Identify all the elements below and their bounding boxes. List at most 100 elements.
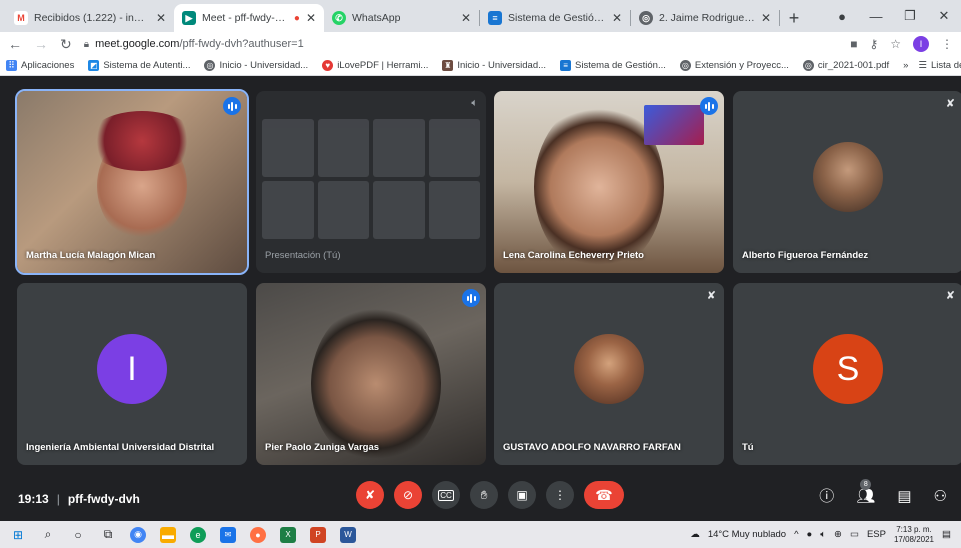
back-icon[interactable]: ← [8,36,22,52]
reload-icon[interactable]: ↻ [60,36,72,53]
tab-meet[interactable]: ▶ Meet - pff-fwdy-dvh ● ✕ [174,4,324,32]
tab-gmail[interactable]: M Recibidos (1.222) - ingambie ✕ [6,4,174,32]
chevron-up-icon[interactable]: ^ [794,529,798,540]
maximize-icon[interactable]: ❐ [893,8,927,24]
tab-whatsapp[interactable]: ✆ WhatsApp ✕ [324,4,479,32]
bookmark-item[interactable]: ≡ Sistema de Gestión... [560,60,666,71]
tab-search-icon[interactable]: ● [825,9,859,24]
chat-icon[interactable]: ▤ [897,487,911,505]
bookmarks-bar: ⠿ Aplicaciones ◩ Sistema de Autenti... ◎… [0,56,961,76]
chevron-more-icon[interactable]: » [903,60,908,71]
weather-text[interactable]: 14°C Muy nublado [708,529,786,540]
close-icon[interactable]: ✕ [306,11,316,25]
reading-list-button[interactable]: ☰ Lista de lectura [918,60,961,71]
participant-tile[interactable]: I Ingeniería Ambiental Universidad Distr… [17,283,247,465]
file-explorer-icon[interactable]: ▬ [160,526,176,543]
system-tray: ☁ 14°C Muy nublado ^ ● 🔈︎ ⊕ ▭ ESP 7:13 p… [690,525,951,545]
bookmark-item[interactable]: ◩ Sistema de Autenti... [88,60,190,71]
windows-start-icon[interactable]: ⊞ [10,527,26,543]
participant-tile[interactable]: Pier Paolo Zuniga Vargas [256,283,486,465]
edge-icon[interactable]: e [190,526,206,543]
participant-tile[interactable]: Lena Carolina Echeverry Prieto [494,91,724,273]
people-button[interactable]: 👥︎ 8 [856,478,875,505]
bookmark-item[interactable]: ♜ Inicio - Universidad... [442,60,546,71]
activities-icon[interactable]: ⚇ [934,487,947,505]
participant-tile[interactable]: Martha Lucía Malagón Mican [15,89,249,275]
forward-icon[interactable]: → [34,36,48,52]
whatsapp-icon: ✆ [332,11,346,25]
participant-name: Ingeniería Ambiental Universidad Distrit… [26,442,215,453]
university-icon: ♜ [442,60,454,71]
globe-icon: ◎ [679,60,691,71]
powerpoint-icon[interactable]: P [310,526,326,543]
battery-icon[interactable]: ▭ [850,529,859,540]
meeting-details: 19:13 | pff-fwdy-dvh [18,492,140,506]
language-indicator[interactable]: ESP [867,529,886,540]
call-controls: ✘ ⊘ CC ✋︎ ▣ ⋮ ☎ [356,481,624,509]
task-view-icon[interactable]: ⧉ [100,527,116,543]
participant-avatar: I [97,334,167,404]
bookmark-item[interactable]: ◎ Inicio - Universidad... [204,60,308,71]
participant-tile[interactable]: ✘ Alberto Figueroa Fernández [733,91,961,273]
mic-off-icon: ✘ [364,488,376,502]
captions-button[interactable]: CC [432,481,460,509]
hand-icon: ✋︎ [480,487,488,502]
word-icon[interactable]: W [340,526,356,543]
camera-off-button[interactable]: ⊘ [394,481,422,509]
speaking-indicator-icon [700,97,718,115]
tab-pdf[interactable]: ◎ 2. Jaime Rodriguez Muñoz.pd ✕ [631,4,779,32]
clock-time: 7:13 p. m. [896,524,932,534]
network-icon[interactable]: ⊕ [834,529,842,540]
close-icon[interactable]: ✕ [156,11,166,25]
wall-painting [644,105,704,145]
mic-off-button[interactable]: ✘ [356,481,384,509]
minimize-icon[interactable]: — [859,9,893,24]
meeting-info-icon[interactable]: ⓘ [819,485,834,506]
participant-avatar [574,334,644,404]
cortana-icon[interactable]: ○ [70,527,86,543]
new-tab-button[interactable]: + [780,4,808,32]
tab-title: Recibidos (1.222) - ingambie [34,12,150,24]
camera-in-use-icon[interactable]: ■ [850,37,857,51]
address-bar[interactable]: 🔒︎ meet.google.com/pff-fwdy-dvh?authuser… [84,38,838,50]
more-options-button[interactable]: ⋮ [546,481,574,509]
present-button[interactable]: ▣ [508,481,536,509]
bookmark-label: cir_2021-001.pdf [817,60,890,71]
notifications-icon[interactable]: ▤ [942,529,951,540]
participant-count-badge: 8 [860,478,872,490]
bookmark-star-icon[interactable]: ☆ [890,37,901,51]
close-icon[interactable]: ✕ [612,11,622,25]
bookmark-item[interactable]: ♥ iLovePDF | Herrami... [322,60,428,71]
firefox-icon[interactable]: ● [250,526,266,543]
close-icon[interactable]: ✕ [461,11,471,25]
mail-icon[interactable]: ✉ [220,526,236,543]
search-icon[interactable]: ⌕ [40,527,56,543]
participant-name: Lena Carolina Echeverry Prieto [503,250,644,261]
profile-avatar[interactable]: I [913,36,929,52]
close-window-icon[interactable]: ✕ [927,8,961,24]
tab-sga[interactable]: ≡ Sistema de Gestión Académ ✕ [480,4,630,32]
participant-tile[interactable]: S ✘ Tú [733,283,961,465]
participant-tile[interactable]: 🔈︎ Presentación (Tú) [256,91,486,273]
chrome-icon[interactable]: ◉ [130,526,146,543]
volume-icon[interactable]: 🔈︎ [820,529,826,540]
menu-kebab-icon[interactable]: ⋮ [941,37,953,51]
bookmark-item[interactable]: ◎ cir_2021-001.pdf [802,60,890,71]
key-icon[interactable]: ⚷ [869,37,878,51]
hang-up-icon: ☎ [595,486,613,503]
clock-date: 17/08/2021 [893,534,935,544]
windows-taskbar: ⊞ ⌕ ○ ⧉ ◉ ▬ e ✉ ● X P W ☁ 14°C Muy nubla… [0,521,961,548]
bookmark-apps[interactable]: ⠿ Aplicaciones [6,60,74,71]
bookmark-item[interactable]: ◎ Extensión y Proyecc... [679,60,789,71]
participant-name: Alberto Figueroa Fernández [742,250,869,261]
clock[interactable]: 7:13 p. m. 17/08/2021 [894,525,934,545]
divider: | [56,492,60,506]
bookmarks-overflow: » ☰ Lista de lectura [903,60,961,71]
participant-tile[interactable]: ✘ GUSTAVO ADOLFO NAVARRO FARFAN [494,283,724,465]
meet-participant-grid: Martha Lucía Malagón Mican 🔈︎ Presentaci… [0,77,961,477]
close-icon[interactable]: ✕ [761,11,771,25]
excel-icon[interactable]: X [280,526,296,543]
raise-hand-button[interactable]: ✋︎ [470,481,498,509]
leave-call-button[interactable]: ☎ [584,481,624,509]
participant-video [311,303,441,465]
